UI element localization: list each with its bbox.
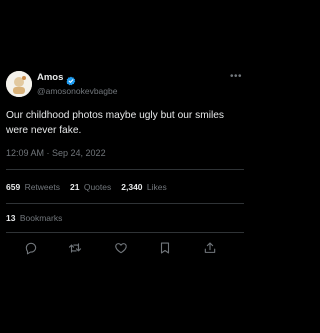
retweets-label: Retweets <box>24 182 60 192</box>
likes-count: 2,340 <box>121 182 143 192</box>
author-name-row: Amos <box>37 71 76 86</box>
quotes-label: Quotes <box>83 182 112 192</box>
likes-label: Likes <box>146 182 167 192</box>
avatar-image <box>6 71 32 97</box>
engagement-stats: 659 Retweets 21 Quotes 2,340 Likes <box>6 181 177 193</box>
tweet-timestamp[interactable]: 12:09 AM · Sep 24, 2022 <box>6 147 106 159</box>
retweets-stat[interactable]: 659 Retweets <box>6 181 60 193</box>
like-icon[interactable] <box>114 241 128 255</box>
verified-badge-icon <box>66 73 76 86</box>
bookmarks-label: Bookmarks <box>19 213 63 223</box>
avatar[interactable] <box>6 71 32 97</box>
reply-icon[interactable] <box>24 241 38 255</box>
bookmark-icon[interactable] <box>158 241 172 255</box>
retweets-count: 659 <box>6 182 21 192</box>
divider <box>6 169 244 170</box>
more-options-icon[interactable]: ••• <box>230 72 242 82</box>
tweet-header: Amos @amosonokevbagbe ••• <box>6 71 244 101</box>
author-display-name[interactable]: Amos <box>37 71 63 85</box>
tweet-action-bar <box>6 241 244 259</box>
quotes-stat[interactable]: 21 Quotes <box>70 181 111 193</box>
tweet-text: Our childhood photos maybe ugly but our … <box>6 110 225 136</box>
divider <box>6 203 244 204</box>
quotes-count: 21 <box>70 182 80 192</box>
tweet-card: Amos @amosonokevbagbe ••• Our childhood … <box>0 60 250 275</box>
share-icon[interactable] <box>203 241 217 255</box>
bookmarks-count: 13 <box>6 213 16 223</box>
retweet-icon[interactable] <box>68 241 82 255</box>
author-handle[interactable]: @amosonokevbagbe <box>37 85 117 97</box>
bookmarks-stat[interactable]: 13 Bookmarks <box>6 212 62 224</box>
divider <box>6 232 244 233</box>
likes-stat[interactable]: 2,340 Likes <box>121 181 167 193</box>
